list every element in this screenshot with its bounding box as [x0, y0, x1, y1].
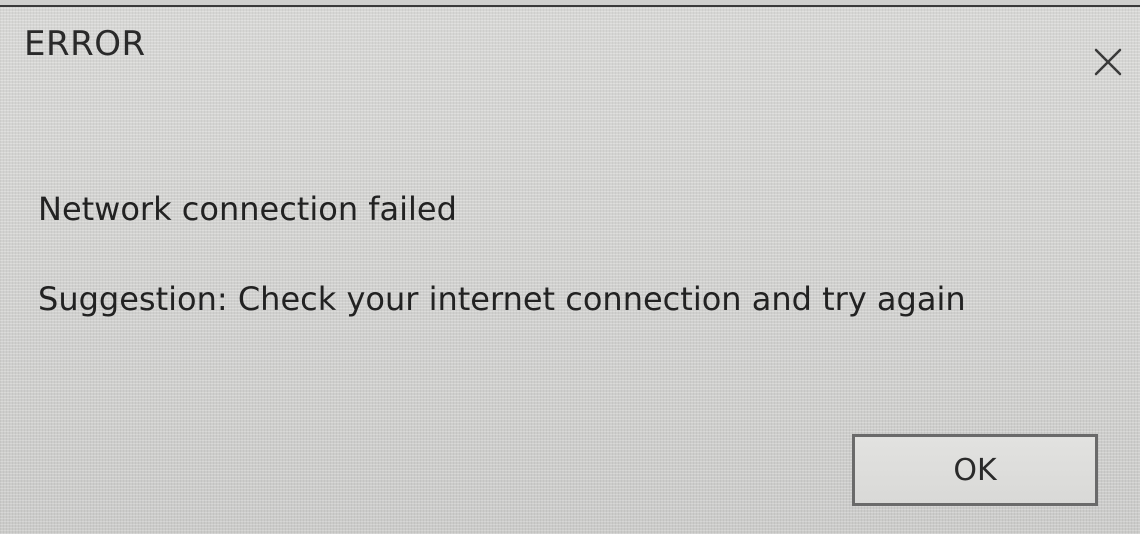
- error-message: Network connection failed: [38, 190, 457, 228]
- dialog-title: ERROR: [24, 24, 146, 64]
- close-button[interactable]: [1086, 40, 1130, 84]
- close-icon: [1086, 40, 1130, 84]
- error-dialog: ERROR Network connection failed Suggesti…: [0, 0, 1140, 534]
- suggestion-text: Suggestion: Check your internet connecti…: [38, 280, 966, 318]
- window-top-edge: [0, 0, 1140, 7]
- ok-button[interactable]: OK: [852, 434, 1098, 506]
